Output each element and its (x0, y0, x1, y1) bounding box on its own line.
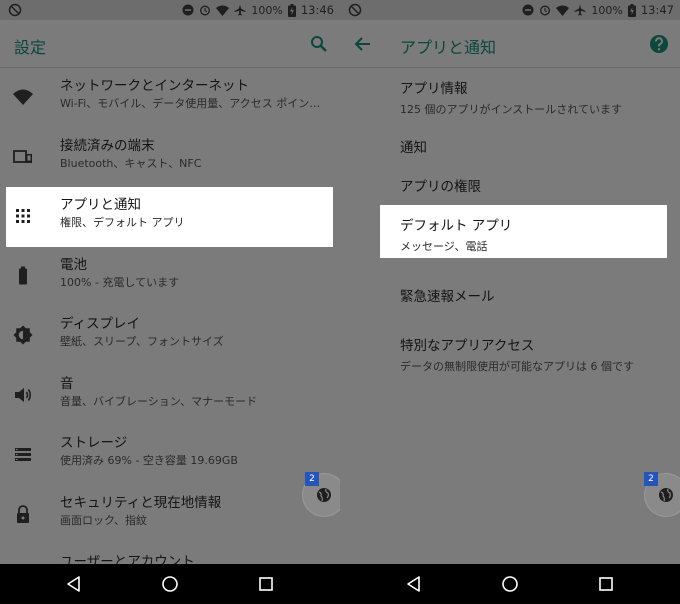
clock: 13:47 (640, 3, 674, 17)
battery-charging-icon (627, 3, 636, 17)
back-icon[interactable] (64, 574, 84, 594)
minus-circle-icon (182, 4, 194, 16)
list-item-subtitle: 音量、バイブレーション、マナーモード (60, 394, 258, 408)
list-item-apps-notifications[interactable]: アプリと通知 権限、デフォルト アプリ (6, 187, 333, 247)
volume-icon (15, 387, 32, 402)
list-item-users-accounts[interactable]: ユーザーとアカウント (0, 544, 340, 564)
list-item-default-apps[interactable]: デフォルト アプリ メッセージ、電話 (400, 214, 512, 254)
list-item-notifications[interactable]: 通知 (400, 136, 427, 156)
list-item-subtitle: Wi-Fi、モバイル、データ使用量、アクセス ポイン… (60, 97, 321, 110)
do-not-disturb-off-icon (8, 3, 22, 17)
list-item-title: ディスプレイ (60, 316, 141, 332)
list-item-subtitle: 100% - 充電しています (60, 275, 180, 289)
battery-icon (19, 266, 27, 284)
list-item-subtitle: 125 個のアプリがインストールされています (400, 103, 622, 116)
list-item-display[interactable]: ディスプレイ 壁紙、スリープ、フォントサイズ (0, 306, 340, 366)
back-icon[interactable] (404, 574, 424, 594)
help-icon[interactable] (648, 33, 670, 55)
alarm-icon (200, 5, 211, 16)
list-item-battery[interactable]: 電池 100% - 充電しています (0, 247, 340, 307)
apps-notifications-screen: 100% 13:47 アプリと通知 アプリ情報 125 個のアプリがインストール… (340, 0, 680, 564)
list-item-title: 接続済みの端末 (60, 137, 155, 154)
navigation-bar (0, 564, 680, 604)
back-arrow-icon[interactable] (352, 33, 374, 55)
search-icon[interactable] (308, 33, 330, 55)
airplane-icon (574, 4, 586, 16)
list-item-title: デフォルト アプリ (400, 218, 513, 234)
clock: 13:46 (300, 3, 334, 17)
list-item-title: アプリ情報 (400, 81, 468, 97)
alarm-icon (540, 5, 551, 16)
list-item-subtitle: 権限、デフォルト アプリ (60, 216, 185, 229)
list-item-title: 音 (60, 375, 74, 392)
bubble-badge: 2 (644, 472, 658, 486)
globe-icon (317, 488, 331, 502)
list-item-title: 緊急速報メール (400, 289, 495, 305)
list-item-title: アプリと通知 (60, 197, 141, 213)
settings-screen: 100% 13:46 設定 ネットワークとインターネット Wi-Fi、モバイル、… (0, 0, 340, 564)
list-item-app-permissions[interactable]: アプリの権限 (400, 175, 481, 195)
list-item-subtitle: データの無制限使用が可能なアプリは 6 個です (400, 360, 634, 373)
airplane-icon (234, 4, 246, 16)
list-item-title: 通知 (400, 140, 427, 156)
list-item-title: セキュリティと現在地情報 (60, 494, 222, 511)
list-item-subtitle: 使用済み 69% - 空き容量 19.69GB (60, 454, 238, 467)
list-item-connected-devices[interactable]: 接続済みの端末 Bluetooth、キャスト、NFC (0, 128, 340, 188)
app-bar-divider (340, 67, 680, 68)
list-item-subtitle: メッセージ、電話 (400, 240, 488, 253)
apps-grid-icon (16, 209, 30, 223)
list-item-title: ネットワークとインターネット (60, 78, 249, 94)
list-item-subtitle: Bluetooth、キャスト、NFC (60, 156, 202, 170)
list-item-special-app-access[interactable]: 特別なアプリアクセス データの無制限使用が可能なアプリは 6 個です (400, 334, 634, 374)
battery-charging-icon (287, 3, 296, 17)
wifi-signal-icon (216, 5, 230, 16)
list-item-subtitle: 画面ロック、指紋 (60, 513, 148, 527)
brightness-icon (13, 325, 33, 345)
list-item-security[interactable]: セキュリティと現在地情報 画面ロック、指紋 (0, 485, 340, 545)
battery-percent: 100% (591, 3, 623, 17)
list-item-subtitle: 壁紙、スリープ、フォントサイズ (60, 335, 224, 348)
list-item-emergency-alerts[interactable]: 緊急速報メール (400, 285, 495, 305)
recents-icon[interactable] (256, 574, 276, 594)
list-item-title: ストレージ (60, 435, 128, 451)
minus-circle-icon (522, 4, 534, 16)
globe-icon (659, 488, 673, 502)
list-item-title: 特別なアプリアクセス (400, 338, 535, 354)
do-not-disturb-off-icon (348, 3, 362, 17)
settings-list: ネットワークとインターネット Wi-Fi、モバイル、データ使用量、アクセス ポイ… (0, 68, 340, 564)
app-bar: アプリと通知 (340, 20, 680, 68)
app-bar: 設定 (0, 20, 340, 68)
storage-icon (15, 448, 31, 461)
list-item-title: 電池 (60, 256, 87, 273)
status-bar: 100% 13:46 (0, 0, 340, 20)
recents-icon[interactable] (596, 574, 616, 594)
bubble-badge: 2 (305, 472, 319, 486)
list-item-app-info[interactable]: アプリ情報 125 個のアプリがインストールされています (400, 77, 622, 117)
list-item-network[interactable]: ネットワークとインターネット Wi-Fi、モバイル、データ使用量、アクセス ポイ… (0, 68, 340, 128)
home-icon[interactable] (160, 574, 180, 594)
list-item-storage[interactable]: ストレージ 使用済み 69% - 空き容量 19.69GB (0, 425, 340, 485)
wifi-icon (13, 89, 33, 105)
page-title: アプリと通知 (400, 38, 497, 57)
wifi-signal-icon (556, 5, 570, 16)
list-item-sound[interactable]: 音 音量、バイブレーション、マナーモード (0, 366, 340, 426)
status-bar: 100% 13:47 (340, 0, 680, 20)
devices-icon (13, 149, 32, 163)
page-title: 設定 (14, 38, 47, 57)
home-icon[interactable] (500, 574, 520, 594)
lock-icon (17, 504, 29, 523)
list-item-title: アプリの権限 (400, 179, 481, 195)
list-item-title: ユーザーとアカウント (60, 554, 195, 564)
battery-percent: 100% (251, 3, 283, 17)
